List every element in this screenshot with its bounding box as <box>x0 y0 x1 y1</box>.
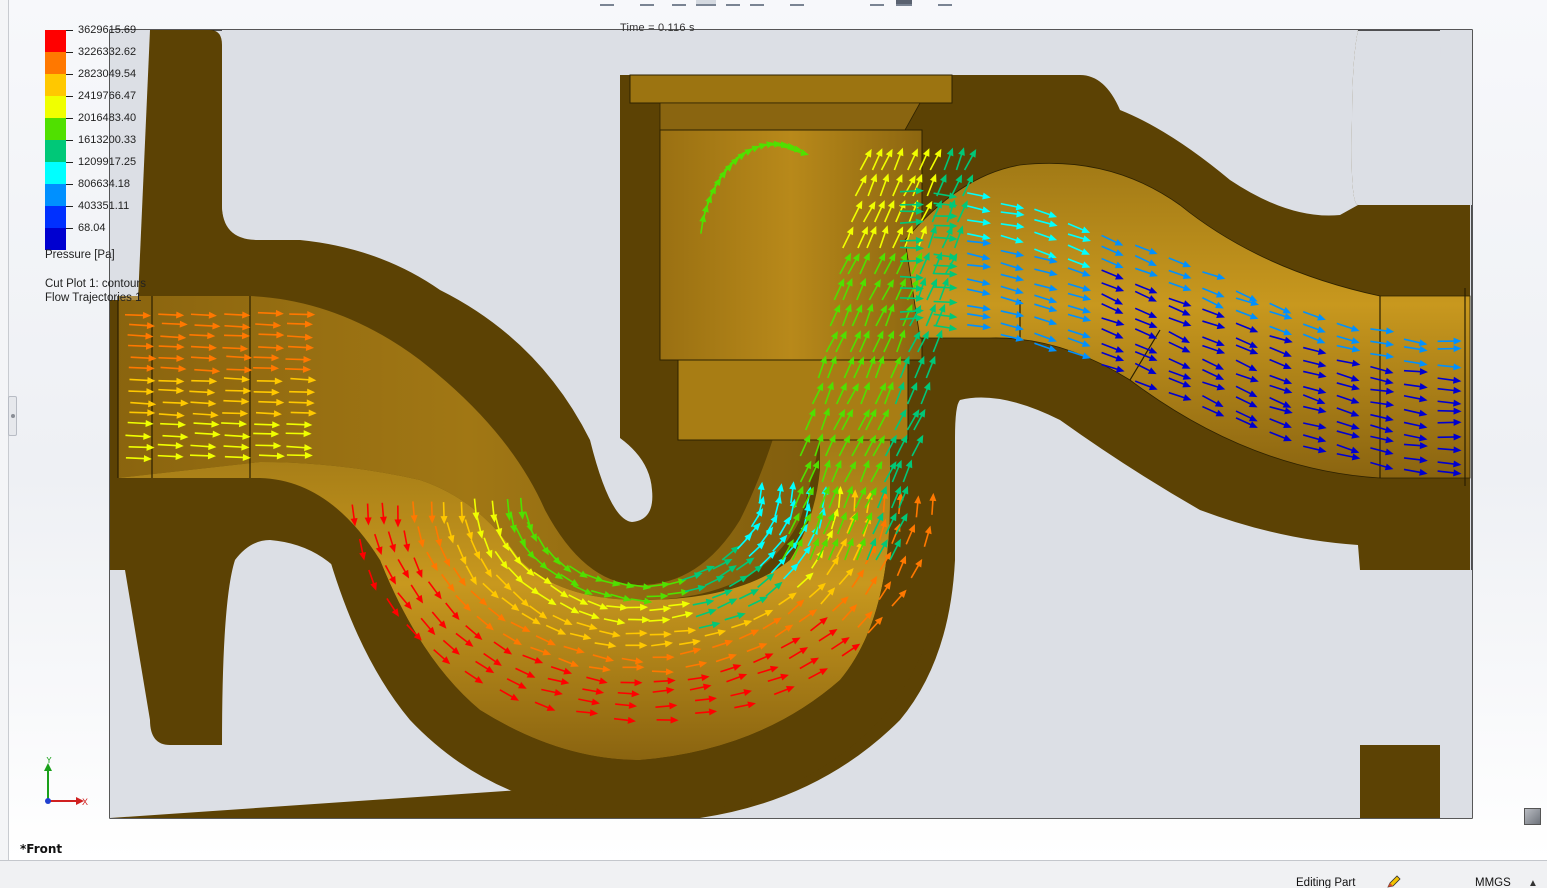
legend-tick <box>66 96 73 97</box>
units-selector[interactable]: MMGS <box>1475 877 1511 888</box>
legend-value: 2823049.54 <box>78 68 137 80</box>
triad-y-label: Y <box>46 757 52 765</box>
legend-color-swatch <box>45 118 66 140</box>
legend-color-swatch <box>45 52 66 74</box>
seat-bore <box>659 129 923 361</box>
legend-tick <box>66 118 73 119</box>
legend-title: Pressure [Pa] <box>45 249 115 261</box>
cut-plot-label: Cut Plot 1: contours <box>45 278 146 290</box>
legend-color-swatch <box>45 162 66 184</box>
flow-trajectories-label: Flow Trajectories 1 <box>45 292 142 304</box>
legend-color-swatch <box>45 206 66 228</box>
legend-value: 1209917.25 <box>78 156 137 168</box>
legend-tick <box>66 52 73 53</box>
units-caret-icon[interactable]: ▲ <box>1528 878 1538 888</box>
legend-tick <box>66 162 73 163</box>
view-cube-icon[interactable] <box>1524 808 1541 825</box>
status-mode: Editing Part <box>1296 877 1356 888</box>
legend-value: 2016483.40 <box>78 112 137 124</box>
legend-value: 806634.18 <box>78 178 130 190</box>
legend-color-swatch <box>45 184 66 206</box>
legend-color-swatch <box>45 140 66 162</box>
legend-tick <box>66 206 73 207</box>
legend-color-swatch <box>45 228 66 250</box>
legend-value: 1613200.33 <box>78 134 137 146</box>
seat-cap <box>629 74 953 104</box>
time-label: Time = 0.116 s <box>620 22 695 34</box>
rebuild-pencil-icon[interactable] <box>1386 875 1402 888</box>
legend-value: 2419766.47 <box>78 90 137 102</box>
seat-chamfer <box>659 102 921 131</box>
seat-lower-bore <box>677 359 909 441</box>
legend-tick <box>66 228 73 229</box>
legend-value: 68.04 <box>78 222 106 234</box>
model-section-view[interactable] <box>0 0 1547 860</box>
status-bar: Editing Part MMGS ▲ <box>0 860 1547 888</box>
legend-tick <box>66 140 73 141</box>
legend-tick <box>66 30 73 31</box>
legend-tick <box>66 184 73 185</box>
legend-value: 3226332.62 <box>78 46 137 58</box>
view-orientation-label: *Front <box>20 842 63 856</box>
pressure-color-legend: 3629615.69 3226332.62 2823049.54 2419766.47… <box>45 24 185 250</box>
legend-value: 403351.11 <box>78 200 130 212</box>
legend-tick <box>66 74 73 75</box>
triad-x-label: X <box>82 797 88 807</box>
legend-color-swatch <box>45 30 66 52</box>
legend-color-swatch <box>45 96 66 118</box>
void-region <box>1440 570 1472 818</box>
legend-color-swatch <box>45 74 66 96</box>
solidworks-window: Time = 0.116 s 3629615.69 3226332.62 28230… <box>0 0 1547 888</box>
legend-value: 3629615.69 <box>78 24 137 36</box>
axis-triad-icon: Y X <box>44 757 88 807</box>
